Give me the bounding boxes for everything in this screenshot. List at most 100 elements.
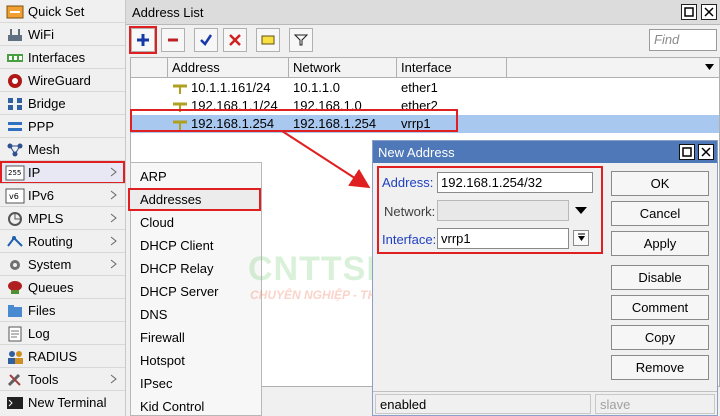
column-header-network[interactable]: Network [289,58,397,78]
comment-button[interactable] [256,28,280,52]
ip-submenu: ARP Addresses Cloud DHCP Client DHCP Rel… [128,162,262,416]
gear-icon [4,256,26,274]
submenu-item-arp[interactable]: ARP [131,165,261,188]
sidebar-item-files[interactable]: Files [0,299,125,322]
copy-button[interactable]: Copy [611,325,709,350]
column-header-address[interactable]: Address [168,58,289,78]
cell-address: 10.1.1.161/24 [191,80,271,95]
network-dropdown[interactable] [573,203,589,219]
folder-icon [4,302,26,320]
close-icon [701,147,711,157]
chevron-right-icon [110,167,117,177]
column-dropdown-icon[interactable] [705,64,714,71]
submenu-item-dhcp-relay[interactable]: DHCP Relay [131,257,261,280]
dialog-close-button[interactable] [698,144,714,160]
comment-icon [261,35,275,45]
disable-button[interactable] [223,28,247,52]
submenu-item-cloud[interactable]: Cloud [131,211,261,234]
table-row[interactable]: 10.1.1.161/24 10.1.1.0 ether1 [131,79,719,97]
maximize-icon [684,7,694,17]
selected-row-highlight [130,109,458,132]
submenu-item-addresses[interactable]: Addresses [128,188,261,211]
sidebar-item-system[interactable]: System [0,253,125,276]
sidebar-item-wifi[interactable]: WiFi [0,23,125,46]
sidebar-item-label: Routing [28,234,73,249]
filter-icon [294,34,308,46]
comment-button[interactable]: Comment [611,295,709,320]
submenu-item-dns[interactable]: DNS [131,303,261,326]
sidebar-item-bridge[interactable]: Bridge [0,92,125,115]
quick-set-icon [4,3,26,21]
wireguard-icon [4,72,26,90]
sidebar-item-label: RADIUS [28,349,78,364]
new-address-dialog: New Address Address: 192.168.1.254/32 Ne… [372,140,718,416]
submenu-item-ipsec[interactable]: IPsec [131,372,261,395]
address-list-toolbar: Find [126,26,720,56]
column-header-interface[interactable]: Interface [397,58,507,78]
submenu-item-kid-control[interactable]: Kid Control [131,395,261,416]
column-header-flags[interactable] [131,58,168,78]
close-button[interactable] [701,4,717,20]
terminal-icon [4,394,26,412]
sidebar-item-log[interactable]: Log [0,322,125,345]
ipv6-icon: v6 [4,187,26,205]
apply-button[interactable]: Apply [611,231,709,256]
sidebar-item-label: Bridge [28,96,66,111]
remove-button[interactable]: Remove [611,355,709,380]
maximize-button[interactable] [681,4,697,20]
ok-button[interactable]: OK [611,171,709,196]
enable-button[interactable] [194,28,218,52]
queues-icon [4,279,26,297]
sidebar-item-mpls[interactable]: MPLS [0,207,125,230]
submenu-item-hotspot[interactable]: Hotspot [131,349,261,372]
add-button[interactable] [129,26,157,54]
svg-text:v6: v6 [9,192,19,201]
sidebar-item-label: WiFi [28,27,54,42]
sidebar-item-tools[interactable]: Tools [0,368,125,391]
address-label: Address: [382,175,434,190]
chevron-right-icon [110,374,117,384]
sidebar-item-wireguard[interactable]: WireGuard [0,69,125,92]
filter-button[interactable] [289,28,313,52]
interface-dropdown[interactable] [573,230,589,246]
chevron-right-icon [110,259,117,269]
sidebar-item-interfaces[interactable]: Interfaces [0,46,125,69]
dialog-maximize-button[interactable] [679,144,695,160]
submenu-item-firewall[interactable]: Firewall [131,326,261,349]
chevron-right-icon [110,213,117,223]
sidebar-item-queues[interactable]: Queues [0,276,125,299]
mpls-icon [4,210,26,228]
sidebar-item-label: WireGuard [28,73,91,88]
interfaces-icon [4,49,26,67]
column-header-extra[interactable] [507,58,719,78]
remove-button[interactable] [161,28,185,52]
sidebar-item-quick-set[interactable]: Quick Set [0,0,125,23]
status-slave: slave [595,394,715,414]
sidebar-item-new-terminal[interactable]: New Terminal [0,391,125,414]
submenu-item-dhcp-client[interactable]: DHCP Client [131,234,261,257]
users-icon [4,348,26,366]
submenu-item-dhcp-server[interactable]: DHCP Server [131,280,261,303]
address-field[interactable]: 192.168.1.254/32 [437,172,593,193]
disable-button[interactable]: Disable [611,265,709,290]
sidebar-item-mesh[interactable]: Mesh [0,138,125,161]
find-input[interactable]: Find [649,29,717,51]
sidebar-item-routing[interactable]: Routing [0,230,125,253]
bridge-icon [4,95,26,113]
chevron-right-icon [110,190,117,200]
network-field[interactable] [437,200,569,221]
interface-label: Interface: [382,232,437,247]
sidebar-item-ip[interactable]: 255 IP [0,161,125,184]
sidebar-item-label: Files [28,303,56,318]
sidebar-item-radius[interactable]: RADIUS [0,345,125,368]
cell-interface: ether1 [401,80,438,95]
sidebar-item-ipv6[interactable]: v6 IPv6 [0,184,125,207]
sidebar-item-label: Mesh [28,142,60,157]
log-icon [4,325,26,343]
sidebar-item-ppp[interactable]: PPP [0,115,125,138]
sidebar-item-label: New Terminal [28,395,107,410]
x-icon [229,34,241,46]
cancel-button[interactable]: Cancel [611,201,709,226]
interface-select[interactable]: vrrp1 [437,228,569,249]
dialog-statusbar: enabled slave [373,391,717,415]
